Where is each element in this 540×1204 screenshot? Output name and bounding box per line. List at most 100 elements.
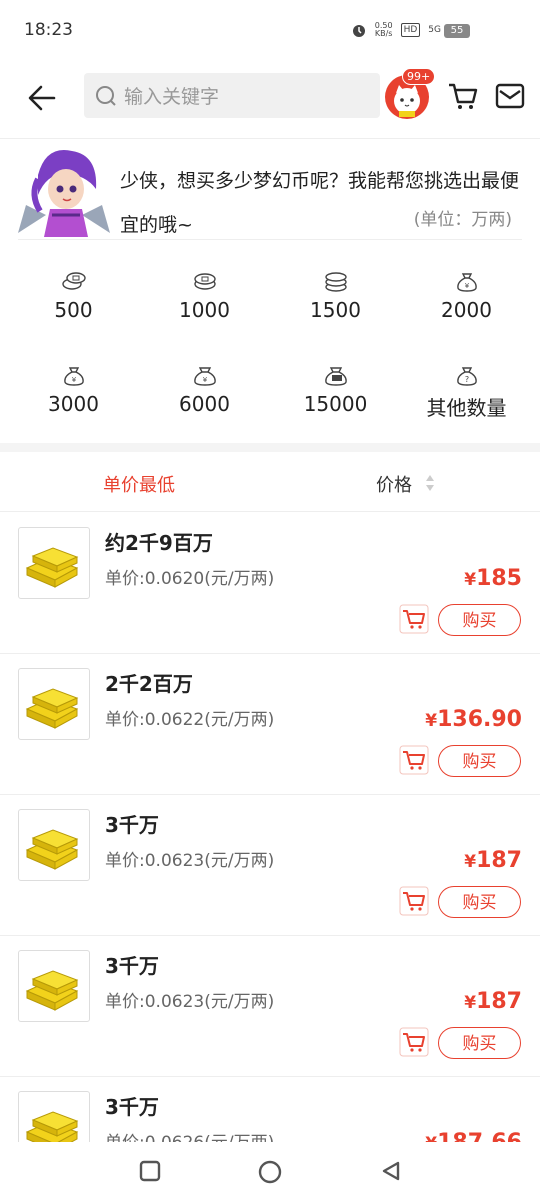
status-time: 18:23 — [24, 20, 73, 40]
add-to-cart-button[interactable] — [399, 604, 429, 634]
svg-text:?: ? — [464, 375, 468, 384]
character-illustration — [16, 145, 112, 237]
amount-option-1500[interactable]: 1500 — [270, 270, 401, 322]
amount-option-other[interactable]: ? 其他数量 — [401, 364, 532, 421]
product-list: 约2千9百万 单价:0.0620(元/万两) ¥185 购买 2千2百万 单价:… — [0, 512, 540, 1142]
amount-option-6000[interactable]: ¥ 6000 — [139, 364, 270, 416]
item-title: 3千万 — [105, 813, 159, 837]
gold-bars-icon — [25, 547, 79, 588]
item-price: ¥136.90 — [425, 707, 522, 732]
amount-label: 6000 — [179, 392, 230, 416]
gold-bars-thumbnail — [18, 950, 90, 1022]
unit-note: (单位：万两) — [413, 210, 512, 230]
cart-icon — [399, 604, 429, 634]
battery-level: 55 — [444, 24, 470, 38]
money-bag-question-icon: ? — [456, 367, 477, 386]
amount-label: 1500 — [310, 298, 361, 322]
item-unit-price: 单价:0.0623(元/万两) — [105, 992, 275, 1012]
money-bag-icon: ¥ — [456, 273, 477, 292]
gold-bars-thumbnail — [18, 527, 90, 599]
item-title: 3千万 — [105, 954, 159, 978]
item-price: ¥187.66 — [425, 1130, 522, 1142]
list-item[interactable]: 3千万 单价:0.0623(元/万两) ¥187 购买 — [0, 935, 540, 1077]
gold-bars-icon — [25, 1111, 79, 1142]
cart-icon — [399, 745, 429, 775]
list-item[interactable]: 3千万 单价:0.0623(元/万两) ¥187 购买 — [0, 794, 540, 936]
amount-option-15000[interactable]: 15000 — [270, 364, 401, 416]
item-unit-price: 单价:0.0622(元/万两) — [105, 710, 275, 730]
money-bag-icon: ¥ — [63, 367, 84, 386]
coins-icon — [193, 273, 216, 290]
amount-label: 3000 — [48, 392, 99, 416]
buy-button[interactable]: 购买 — [438, 886, 521, 918]
list-item[interactable]: 2千2百万 单价:0.0622(元/万两) ¥136.90 购买 — [0, 653, 540, 795]
item-price: ¥187 — [464, 848, 522, 873]
buy-button[interactable]: 购买 — [438, 1027, 521, 1059]
amount-option-1000[interactable]: 1000 — [139, 270, 270, 322]
promo-message: 少侠，想买多少梦幻币呢？我能帮您挑选出最便宜的哦~ — [120, 170, 520, 236]
back-arrow-icon — [28, 85, 56, 111]
promo-banner: 少侠，想买多少梦幻币呢？我能帮您挑选出最便宜的哦~ (单位：万两) — [0, 139, 540, 239]
divider — [18, 239, 522, 240]
amount-label: 其他数量 — [426, 396, 507, 420]
coins-icon — [61, 272, 86, 290]
list-item[interactable]: 约2千9百万 单价:0.0620(元/万两) ¥185 购买 — [0, 512, 540, 654]
sort-arrows-icon[interactable] — [424, 473, 436, 493]
amount-option-500[interactable]: 500 — [8, 270, 139, 322]
recent-apps-button[interactable] — [139, 1160, 161, 1182]
svg-text:¥: ¥ — [71, 376, 76, 384]
buy-button[interactable]: 购买 — [438, 604, 521, 636]
back-button[interactable] — [24, 80, 60, 116]
money-bag-max-icon — [324, 367, 347, 386]
amount-option-2000[interactable]: ¥ 2000 — [401, 270, 532, 322]
battery-icon: 55 — [444, 24, 470, 38]
item-title: 3千万 — [105, 1095, 159, 1119]
amount-option-3000[interactable]: ¥ 3000 — [8, 364, 139, 416]
top-header: 99+ — [0, 62, 540, 139]
add-to-cart-button[interactable] — [399, 745, 429, 775]
svg-text:¥: ¥ — [464, 282, 469, 290]
notification-badge: 99+ — [402, 68, 436, 85]
cart-button[interactable] — [447, 80, 479, 116]
coins-stack-icon — [324, 272, 347, 292]
message-button[interactable] — [495, 82, 525, 114]
gold-bars-thumbnail — [18, 1091, 90, 1142]
list-item[interactable]: 3千万 单价:0.0626(元/万两) ¥187.66 购买 — [0, 1076, 540, 1142]
net-speed: 0.50 KB/s — [374, 21, 393, 38]
gold-bars-thumbnail — [18, 809, 90, 881]
gold-bars-thumbnail — [18, 668, 90, 740]
cart-icon — [399, 1027, 429, 1057]
status-bar: 18:23 0.50 KB/s HD 5G 55 — [0, 0, 540, 62]
sort-bar: 单价最低 价格 — [0, 452, 540, 512]
alarm-icon — [352, 25, 365, 37]
amount-label: 2000 — [441, 298, 492, 322]
svg-text:¥: ¥ — [202, 376, 207, 384]
cart-icon — [449, 83, 478, 109]
gold-bars-icon — [25, 970, 79, 1011]
search-box[interactable] — [84, 73, 380, 120]
section-gap — [0, 443, 540, 452]
system-nav-bar — [0, 1142, 540, 1204]
gold-bars-icon — [25, 829, 79, 870]
back-nav-button[interactable] — [380, 1160, 402, 1182]
home-button[interactable] — [258, 1160, 282, 1184]
add-to-cart-button[interactable] — [399, 886, 429, 916]
item-unit-price: 单价:0.0620(元/万两) — [105, 569, 275, 589]
amount-options: 500 1000 1500 ¥ 2000 ¥ 3000 ¥ 6000 15000… — [0, 255, 540, 440]
sort-lowest-unit-price[interactable]: 单价最低 — [103, 471, 175, 497]
gold-bars-icon — [25, 688, 79, 729]
network-type: 5G — [428, 25, 441, 35]
search-input[interactable] — [122, 73, 376, 120]
amount-label: 500 — [54, 298, 93, 322]
mail-icon — [495, 83, 525, 109]
buy-button[interactable]: 购买 — [438, 745, 521, 777]
add-to-cart-button[interactable] — [399, 1027, 429, 1057]
amount-label: 1000 — [179, 298, 230, 322]
sort-price[interactable]: 价格 — [376, 471, 412, 497]
item-unit-price: 单价:0.0626(元/万两) — [105, 1128, 274, 1142]
item-title: 约2千9百万 — [105, 531, 213, 555]
money-bag-icon: ¥ — [193, 367, 216, 386]
amount-label: 15000 — [303, 392, 368, 416]
hd-badge: HD — [400, 23, 421, 37]
cart-icon — [399, 886, 429, 916]
